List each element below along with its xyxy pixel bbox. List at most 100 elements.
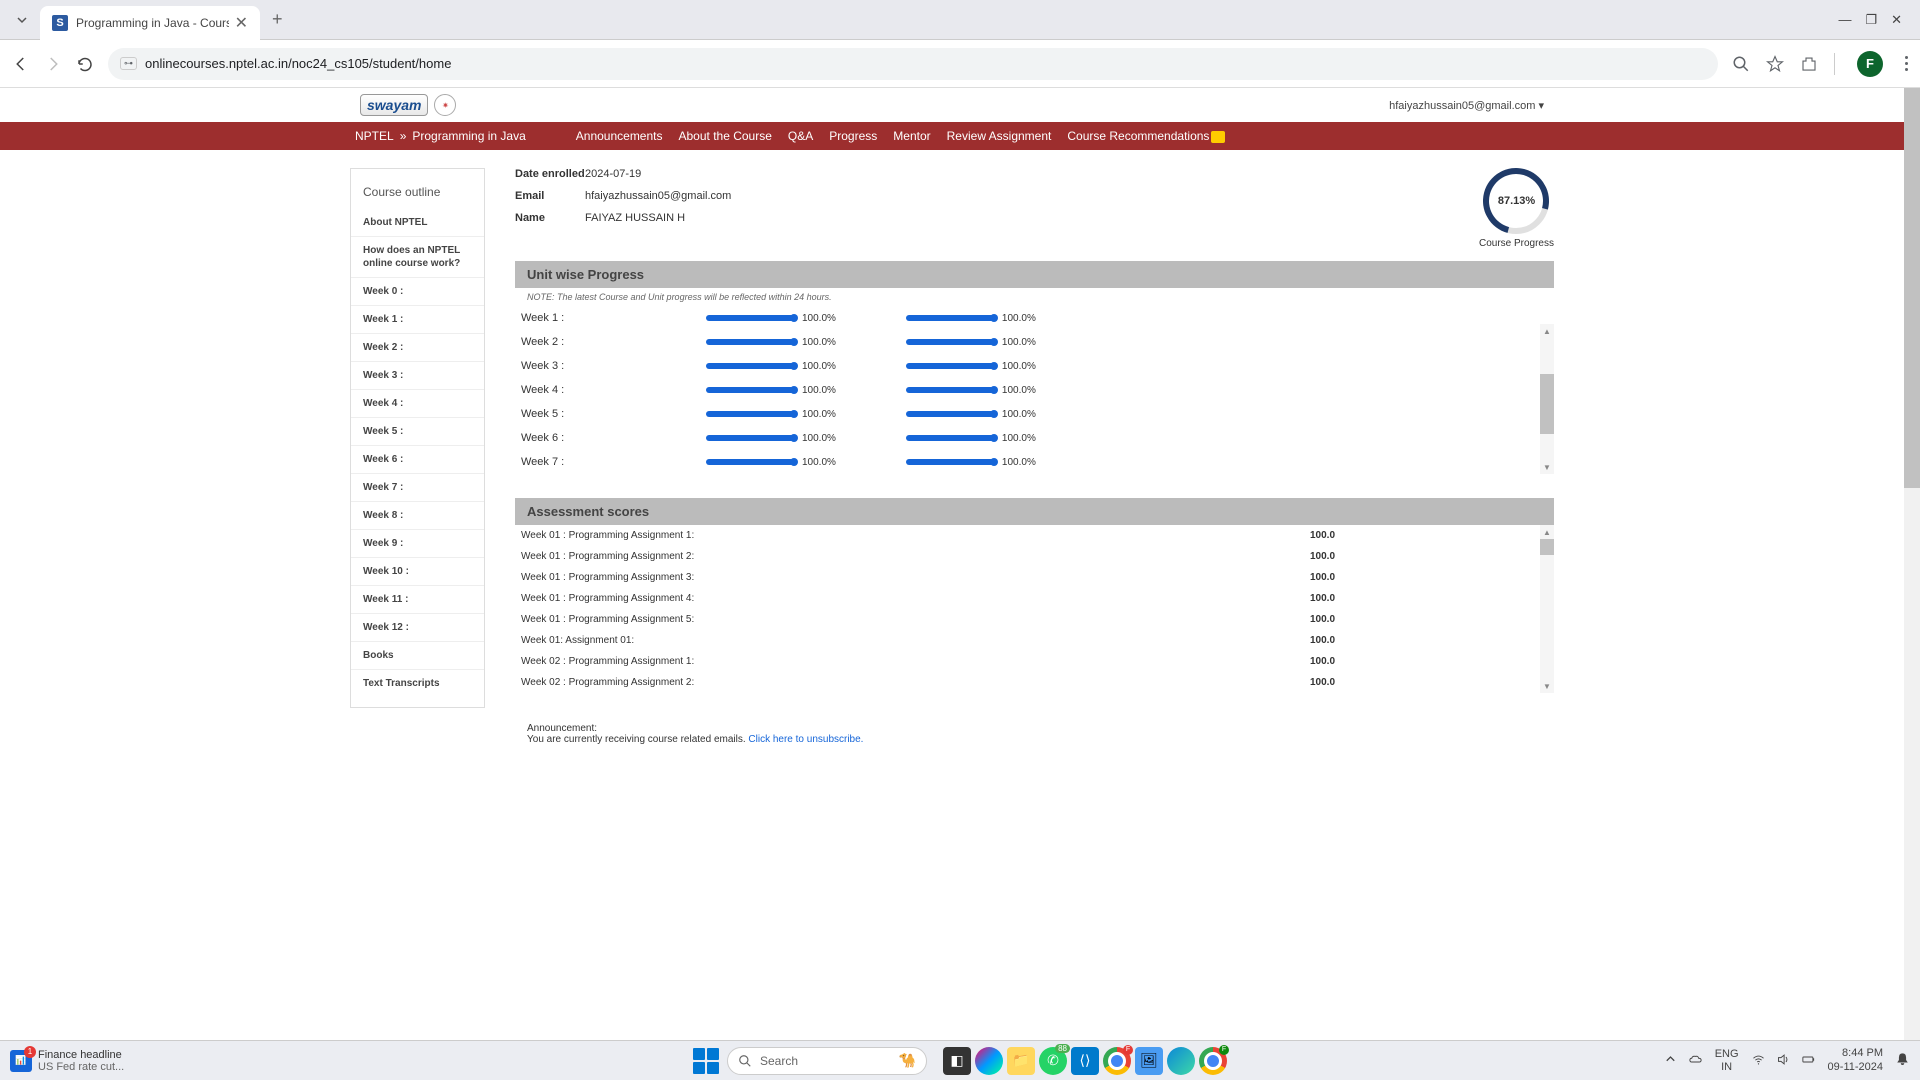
sidebar-item-how-works[interactable]: How does an NPTEL online course work?	[351, 237, 484, 278]
sidebar-item-about-nptel[interactable]: About NPTEL	[351, 209, 484, 237]
progress-percent-2: 100.0%	[1002, 361, 1036, 372]
nav-mentor[interactable]: Mentor	[893, 129, 930, 143]
scroll-down-icon[interactable]: ▼	[1540, 679, 1554, 693]
announcement-text: You are currently receiving course relat…	[527, 734, 748, 745]
progress-percent: 87.13%	[1498, 195, 1535, 207]
tray-battery-icon[interactable]	[1801, 1052, 1816, 1070]
breadcrumb-course[interactable]: Programming in Java	[412, 129, 525, 143]
nav-about[interactable]: About the Course	[679, 129, 772, 143]
browser-menu-icon[interactable]	[1905, 56, 1908, 71]
taskbar-app-copilot[interactable]	[975, 1047, 1003, 1075]
tray-wifi-icon[interactable]	[1751, 1052, 1766, 1070]
assessment-score: 100.0	[1310, 635, 1530, 646]
progress-bar	[706, 459, 796, 465]
taskbar-app-edge[interactable]	[1167, 1047, 1195, 1075]
reload-button[interactable]	[76, 55, 94, 73]
tray-language[interactable]: ENG IN	[1715, 1048, 1739, 1072]
search-placeholder: Search	[760, 1054, 891, 1068]
unit-name: Week 7 :	[521, 456, 706, 468]
sidebar-item-week3[interactable]: Week 3 :	[351, 362, 484, 390]
tray-volume-icon[interactable]	[1776, 1052, 1791, 1070]
scroll-down-icon[interactable]: ▼	[1540, 460, 1554, 474]
assessment-row: Week 01 : Programming Assignment 3: 100.…	[515, 567, 1536, 588]
taskbar-app-whatsapp[interactable]: ✆ 88	[1039, 1047, 1067, 1075]
sidebar-item-week7[interactable]: Week 7 :	[351, 474, 484, 502]
taskbar-app-chrome-2[interactable]: F	[1199, 1047, 1227, 1075]
scroll-up-icon[interactable]: ▲	[1540, 525, 1554, 539]
tab-close-icon[interactable]: ✕	[235, 13, 248, 33]
email-label: Email	[515, 190, 585, 202]
url-text: onlinecourses.nptel.ac.in/noc24_cs105/st…	[145, 56, 1706, 71]
nptel-logo-icon[interactable]: ✷	[434, 94, 456, 116]
zoom-icon[interactable]	[1732, 55, 1750, 73]
progress-bar	[706, 435, 796, 441]
start-button[interactable]	[693, 1048, 719, 1074]
maximize-button[interactable]: ❐	[1865, 12, 1877, 28]
progress-percent-2: 100.0%	[1002, 433, 1036, 444]
sidebar-item-week8[interactable]: Week 8 :	[351, 502, 484, 530]
assess-scrollbar[interactable]: ▲ ▼	[1540, 525, 1554, 693]
nav-progress[interactable]: Progress	[829, 129, 877, 143]
taskbar-search[interactable]: Search 🐪	[727, 1047, 927, 1075]
swayam-logo[interactable]: swayam	[360, 94, 428, 116]
taskbar-app-vscode[interactable]: ⟨⟩	[1071, 1047, 1099, 1075]
sidebar-item-week1[interactable]: Week 1 :	[351, 306, 484, 334]
taskbar-app-taskview[interactable]: ◧	[943, 1047, 971, 1075]
profile-avatar[interactable]: F	[1857, 51, 1883, 77]
tray-notifications-icon[interactable]	[1895, 1052, 1910, 1070]
sidebar-title: Course outline	[351, 179, 484, 209]
user-email-dropdown[interactable]: hfaiyazhussain05@gmail.com ▾	[1389, 99, 1544, 112]
taskbar-app-explorer[interactable]: 📁	[1007, 1047, 1035, 1075]
progress-bar	[906, 315, 996, 321]
taskbar-app-chrome-1[interactable]: F	[1103, 1047, 1131, 1075]
nav-announcements[interactable]: Announcements	[576, 129, 663, 143]
sidebar-item-week11[interactable]: Week 11 :	[351, 586, 484, 614]
page-scrollbar[interactable]	[1904, 88, 1920, 1040]
progress-percent-1: 100.0%	[802, 385, 836, 396]
browser-tab[interactable]: S Programming in Java - Course ✕	[40, 6, 260, 40]
nav-qa[interactable]: Q&A	[788, 129, 813, 143]
tab-search-dropdown[interactable]	[8, 6, 36, 34]
sidebar-item-week2[interactable]: Week 2 :	[351, 334, 484, 362]
sidebar-item-week12[interactable]: Week 12 :	[351, 614, 484, 642]
sidebar-item-week5[interactable]: Week 5 :	[351, 418, 484, 446]
chevron-down-icon: ▾	[1538, 100, 1544, 112]
nav-review[interactable]: Review Assignment	[947, 129, 1052, 143]
sidebar-item-week10[interactable]: Week 10 :	[351, 558, 484, 586]
taskbar-app-photos[interactable]: 🖼	[1135, 1047, 1163, 1075]
site-info-icon[interactable]: ⊶	[120, 57, 137, 70]
assessment-score: 100.0	[1310, 656, 1530, 667]
new-tab-button[interactable]: +	[272, 9, 283, 30]
breadcrumb-nptel[interactable]: NPTEL	[355, 129, 394, 143]
breadcrumb-separator: »	[400, 129, 407, 143]
tray-overflow-icon[interactable]	[1663, 1052, 1678, 1070]
tray-clock[interactable]: 8:44 PM 09-11-2024	[1828, 1047, 1883, 1073]
tab-favicon: S	[52, 15, 68, 31]
extensions-icon[interactable]	[1800, 55, 1818, 73]
sidebar-item-week6[interactable]: Week 6 :	[351, 446, 484, 474]
sidebar-item-transcripts[interactable]: Text Transcripts	[351, 670, 484, 697]
browser-tab-strip: S Programming in Java - Course ✕ + — ❐ ✕	[0, 0, 1920, 40]
progress-bar	[906, 339, 996, 345]
minimize-button[interactable]: —	[1838, 12, 1851, 28]
nav-recommendations[interactable]: Course Recommendations	[1067, 129, 1225, 143]
scrollbar-thumb[interactable]	[1540, 539, 1554, 555]
unit-scrollbar[interactable]: ▲ ▼	[1540, 324, 1554, 474]
unsubscribe-link[interactable]: Click here to unsubscribe.	[748, 734, 863, 745]
close-window-button[interactable]: ✕	[1891, 12, 1902, 28]
assessment-score: 100.0	[1310, 551, 1530, 562]
taskbar-widget[interactable]: 📊 1 Finance headline US Fed rate cut...	[10, 1049, 124, 1073]
forward-button[interactable]	[44, 55, 62, 73]
scroll-up-icon[interactable]: ▲	[1540, 324, 1554, 338]
scrollbar-thumb[interactable]	[1540, 374, 1554, 434]
sidebar-item-week0[interactable]: Week 0 :	[351, 278, 484, 306]
sidebar-item-week9[interactable]: Week 9 :	[351, 530, 484, 558]
back-button[interactable]	[12, 55, 30, 73]
bookmark-icon[interactable]	[1766, 55, 1784, 73]
course-progress-ring: 87.13% Course Progress	[1479, 168, 1554, 249]
sidebar-item-books[interactable]: Books	[351, 642, 484, 670]
scrollbar-thumb[interactable]	[1904, 88, 1920, 488]
sidebar-item-week4[interactable]: Week 4 :	[351, 390, 484, 418]
address-bar[interactable]: ⊶ onlinecourses.nptel.ac.in/noc24_cs105/…	[108, 48, 1718, 80]
tray-onedrive-icon[interactable]	[1688, 1052, 1703, 1070]
